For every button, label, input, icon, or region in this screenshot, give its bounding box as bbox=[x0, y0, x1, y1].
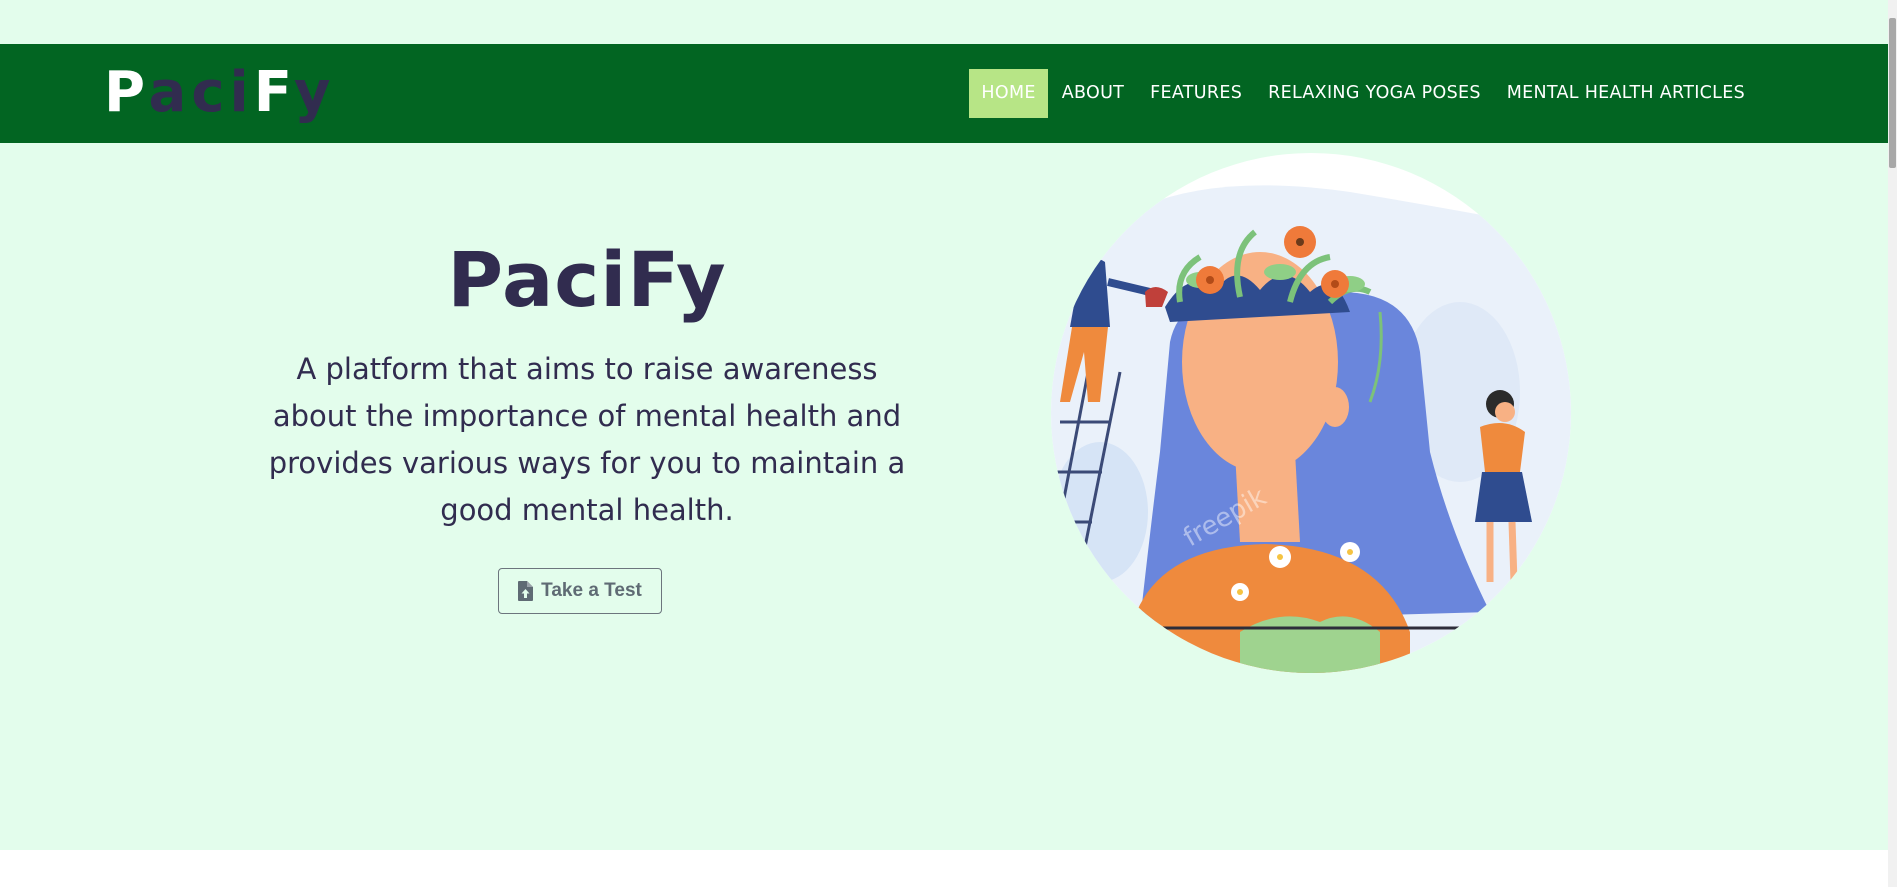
brand-letter: F bbox=[253, 60, 294, 125]
brand-letter: P bbox=[104, 60, 149, 125]
mental-health-illustration: freepik bbox=[1051, 153, 1571, 673]
nav-about-link[interactable]: ABOUT bbox=[1050, 69, 1136, 118]
hero-title: PaciFy bbox=[447, 235, 727, 324]
brand-letter: i bbox=[229, 60, 254, 125]
scrollbar-thumb[interactable] bbox=[1889, 18, 1896, 168]
nav-home-link[interactable]: HOME bbox=[969, 69, 1048, 118]
brand-logo[interactable]: PaciFy bbox=[104, 60, 335, 126]
file-upload-icon bbox=[518, 581, 534, 601]
brand-letter: a bbox=[148, 60, 192, 125]
nav-articles-link[interactable]: MENTAL HEALTH ARTICLES bbox=[1495, 69, 1757, 118]
brand-letter: c bbox=[191, 60, 230, 125]
next-section-edge bbox=[0, 850, 1888, 887]
main-nav: HOME ABOUT FEATURES RELAXING YOGA POSES … bbox=[967, 69, 1757, 118]
take-test-button[interactable]: Take a Test bbox=[498, 568, 662, 614]
navbar: PaciFy HOME ABOUT FEATURES RELAXING YOGA… bbox=[0, 44, 1888, 143]
hero-section: PaciFy A platform that aims to raise awa… bbox=[254, 232, 920, 534]
page-scrollbar[interactable] bbox=[1888, 0, 1897, 887]
page: PaciFy HOME ABOUT FEATURES RELAXING YOGA… bbox=[0, 0, 1888, 887]
brand-letter: y bbox=[293, 60, 336, 125]
take-test-label: Take a Test bbox=[541, 580, 642, 601]
nav-features-link[interactable]: FEATURES bbox=[1138, 69, 1254, 118]
nav-yoga-link[interactable]: RELAXING YOGA POSES bbox=[1256, 69, 1493, 118]
hero-description: A platform that aims to raise awareness … bbox=[268, 352, 906, 527]
